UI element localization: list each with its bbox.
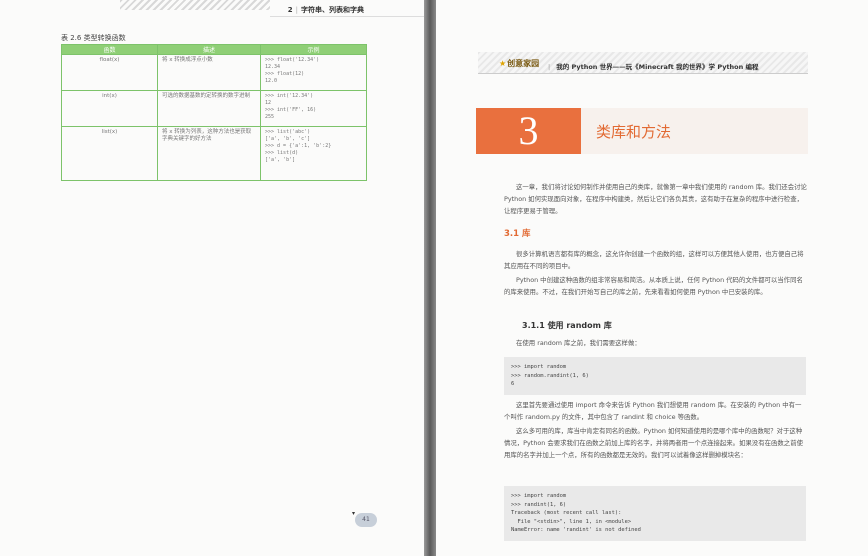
table-cell-example: >>> int('12.34') 12 >>> int('FF', 16) 25… — [260, 90, 367, 127]
table-cell-description: 将 x 转换为列表，这种方法也是获取字典关键字的好方法 — [157, 126, 261, 181]
logo-text: 创意家园 — [507, 59, 540, 68]
header-separator: | — [548, 63, 551, 71]
paragraph: Python 中创建这种函数的组非常容易和简洁。从本质上说，任何 Python … — [504, 276, 803, 296]
chapter-number: 2 — [287, 6, 293, 14]
header-separator: | — [295, 6, 298, 14]
code-block: >>> import random >>> randint(1, 6) Trac… — [504, 486, 806, 541]
intro-paragraph: 这一章，我们将讨论如何制作并使用自己的类库，就像第一章中我们使用的 random… — [504, 183, 807, 215]
paragraph: 这么多可用的库，库当中肯定有同名的函数。Python 如何知道使用的是哪个库中的… — [504, 427, 803, 459]
subsection-heading: 3.1.1 使用 random 库 — [522, 321, 612, 330]
table-cell-description: 可选的数据基数的定转换的数字进制 — [157, 90, 261, 127]
header-decoration — [120, 0, 270, 10]
table-row: float(x) 将 x 转换成浮点小数 >>> float('12.34') … — [61, 54, 367, 91]
table-cell-example: >>> float('12.34') 12.34 >>> float(12) 1… — [260, 54, 367, 91]
running-header-title: | 我的 Python 世界——玩《Minecraft 我的世界》学 Python… — [548, 61, 759, 71]
cursor-icon: ▾ — [352, 510, 356, 517]
left-page: 2 | 字符串、列表和字典 表 2.6 类型转换函数 函数 描述 示例 float(… — [0, 0, 424, 556]
table-cell-example: >>> list('abc') ['a', 'b', 'c'] >>> d = … — [260, 126, 367, 181]
page-number-badge: 41 — [355, 513, 377, 527]
table-cell-function: int(x) — [61, 90, 158, 127]
paragraph: 这里首先要通过使用 import 命令来告诉 Python 我们想使用 rand… — [504, 401, 802, 421]
header-rule — [270, 16, 424, 17]
table-cell-function: float(x) — [61, 54, 158, 91]
table-header-row: 函数 描述 示例 — [61, 44, 367, 55]
table-caption: 表 2.6 类型转换函数 — [61, 34, 126, 42]
chapter-heading: 类库和方法 — [596, 123, 672, 141]
running-header: 2 | 字符串、列表和字典 — [288, 5, 364, 15]
table-row: list(x) 将 x 转换为列表，这种方法也是获取字典关键字的好方法 >>> … — [61, 126, 367, 181]
book-title: 我的 Python 世界——玩《Minecraft 我的世界》学 Python … — [556, 63, 759, 71]
section-heading: 3.1 库 — [504, 229, 531, 239]
table-cell-description: 将 x 转换成浮点小数 — [157, 54, 261, 91]
star-icon: ★ — [499, 59, 507, 68]
table-row: int(x) 可选的数据基数的定转换的数字进制 >>> int('12.34')… — [61, 90, 367, 127]
series-logo: ★创意家园 — [499, 58, 539, 69]
paragraph: 很多计算机语言都有库的概念，这允许你创建一个函数的组，这样可以方便其他人使用，也… — [504, 250, 804, 270]
column-header: 函数 — [61, 44, 158, 55]
code-block: >>> import random >>> random.randint(1, … — [504, 357, 806, 395]
chapter-number-box: 3 — [476, 108, 581, 154]
conversion-table: 函数 描述 示例 float(x) 将 x 转换成浮点小数 >>> float(… — [61, 44, 367, 181]
column-header: 示例 — [260, 44, 367, 55]
paragraph: 在使用 random 库之前，我们需要这样做： — [516, 339, 641, 347]
chapter-title: 字符串、列表和字典 — [301, 6, 364, 14]
table-cell-function: list(x) — [61, 126, 158, 181]
book-spine — [424, 0, 436, 556]
column-header: 描述 — [157, 44, 261, 55]
